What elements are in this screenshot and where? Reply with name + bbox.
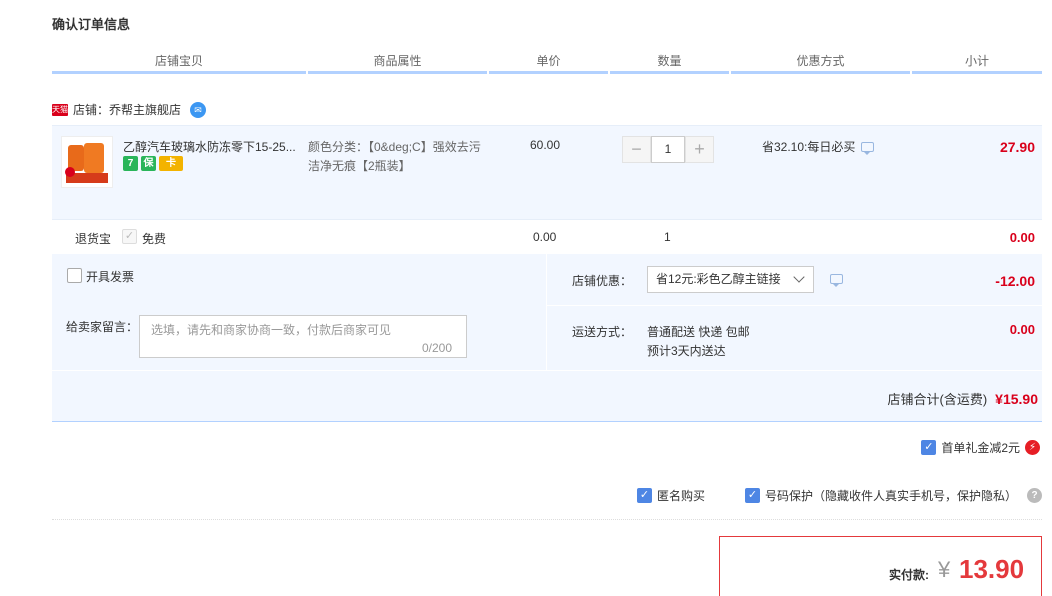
chevron-down-icon [793,271,805,283]
item-subtotal: 27.90 [999,139,1035,155]
comment-icon[interactable] [861,141,875,155]
page-title: 确认订单信息 [52,17,131,32]
shipping-info: 普通配送 快递 包邮 预计3天内送达 [647,323,750,361]
shipping-label: 运送方式： [572,325,633,339]
column-header-shop-item: 店铺宝贝 [52,50,306,74]
phone-protection-checkbox[interactable]: ✓ [745,488,760,503]
column-header-label: 店铺宝贝 [154,54,203,68]
shop-total-amount: ¥15.90 [995,391,1038,407]
anonymous-checkbox[interactable]: ✓ [637,488,652,503]
column-header-label: 商品属性 [373,54,422,68]
product-attribute: 颜色分类：【0&deg;C】强效去污洁净无痕【2瓶装】 [308,140,481,173]
decrease-button[interactable]: − [622,136,651,163]
shop-total-label: 店铺合计(含运费) [887,392,988,407]
shop-discount-value: 省12元:彩色乙醇主链接 [656,272,781,286]
shop-discount-label: 店铺优惠： [572,274,633,288]
chat-seller-icon[interactable]: ✉ [190,101,207,118]
guarantee-icon: 保 [141,156,156,171]
shop-discount-amount: -12.00 [995,273,1035,289]
payment-amount: 13.90 [959,554,1025,584]
column-header-quantity: 数量 [610,50,729,74]
message-counter: 0/200 [422,341,453,355]
currency-symbol: ¥ [938,557,951,582]
comment-icon[interactable] [830,274,843,287]
shipping-eta: 预计3天内送达 [647,344,726,358]
shop-total: 店铺合计(含运费) ¥15.90 [888,389,1039,408]
product-title[interactable]: 乙醇汽车玻璃水防冻零下15-25... [123,138,303,155]
promo-info: 省32.10:每日必买 [762,138,875,155]
divider [52,219,1042,220]
first-order-gift: ✓ 首单礼金减2元 ⚡ [921,439,1040,456]
return-insurance-checkbox: ✓ [122,229,137,244]
column-header-label: 小计 [964,54,989,68]
phone-protection: ✓ 号码保护（隐藏收件人真实手机号，保护隐私） [745,487,1017,504]
divider [546,254,547,370]
tmall-icon: 天猫 [52,103,68,116]
return-insurance-label: 退货宝 [75,232,112,246]
promo-text: 省32.10:每日必买 [762,140,856,154]
invoice-label[interactable]: 开具发票 [86,268,134,285]
column-header-subtotal: 小计 [912,50,1042,74]
shipping-method: 普通配送 快递 包邮 [647,325,750,339]
shop-discount-select[interactable]: 省12元:彩色乙醇主链接 [647,266,814,293]
insurance-price: 0.00 [533,230,557,244]
first-order-checkbox[interactable]: ✓ [921,440,937,455]
divider [52,370,1042,371]
column-header-attributes: 商品属性 [308,50,487,74]
quantity-input[interactable]: 1 [651,136,685,163]
shipping-amount: 0.00 [1009,322,1035,337]
invoice-checkbox[interactable] [67,268,82,283]
divider [52,519,1042,520]
service-icons: 7 保 卡 [123,156,183,171]
quantity-stepper: − 1 + [622,136,714,163]
column-header-label: 单价 [536,54,561,68]
first-order-label[interactable]: 首单礼金减2元 [941,439,1020,456]
help-icon[interactable]: ? [1027,488,1042,503]
phone-protection-label[interactable]: 号码保护（隐藏收件人真实手机号，保护隐私） [765,487,1017,504]
lightning-icon: ⚡ [1025,440,1040,455]
shop-name[interactable]: 店铺：乔帮主旗舰店 [73,101,181,118]
return-insurance-option: 免费 [142,232,167,246]
increase-button[interactable]: + [685,136,714,163]
divider [546,305,1042,306]
column-header-unit-price: 单价 [489,50,608,74]
card-payment-icon: 卡 [159,156,183,171]
column-header-label: 优惠方式 [796,54,845,68]
anonymous-purchase: ✓ 匿名购买 [637,487,705,504]
column-header-discount: 优惠方式 [731,50,910,74]
insurance-subtotal: 0.00 [1009,230,1035,245]
unit-price: 60.00 [530,138,561,152]
insurance-quantity: 1 [664,230,671,244]
seven-day-return-icon: 7 [123,156,138,171]
shop-line: 天猫 店铺：乔帮主旗舰店 ✉ [52,101,207,118]
message-label: 给卖家留言： [66,320,139,334]
product-thumbnail[interactable] [61,136,113,188]
message-placeholder: 选填，请先和商家协商一致，付款后商家可见 [151,323,392,337]
column-header-label: 数量 [657,54,682,68]
anonymous-label[interactable]: 匿名购买 [657,487,705,504]
payment-label: 实付款: [889,568,929,582]
